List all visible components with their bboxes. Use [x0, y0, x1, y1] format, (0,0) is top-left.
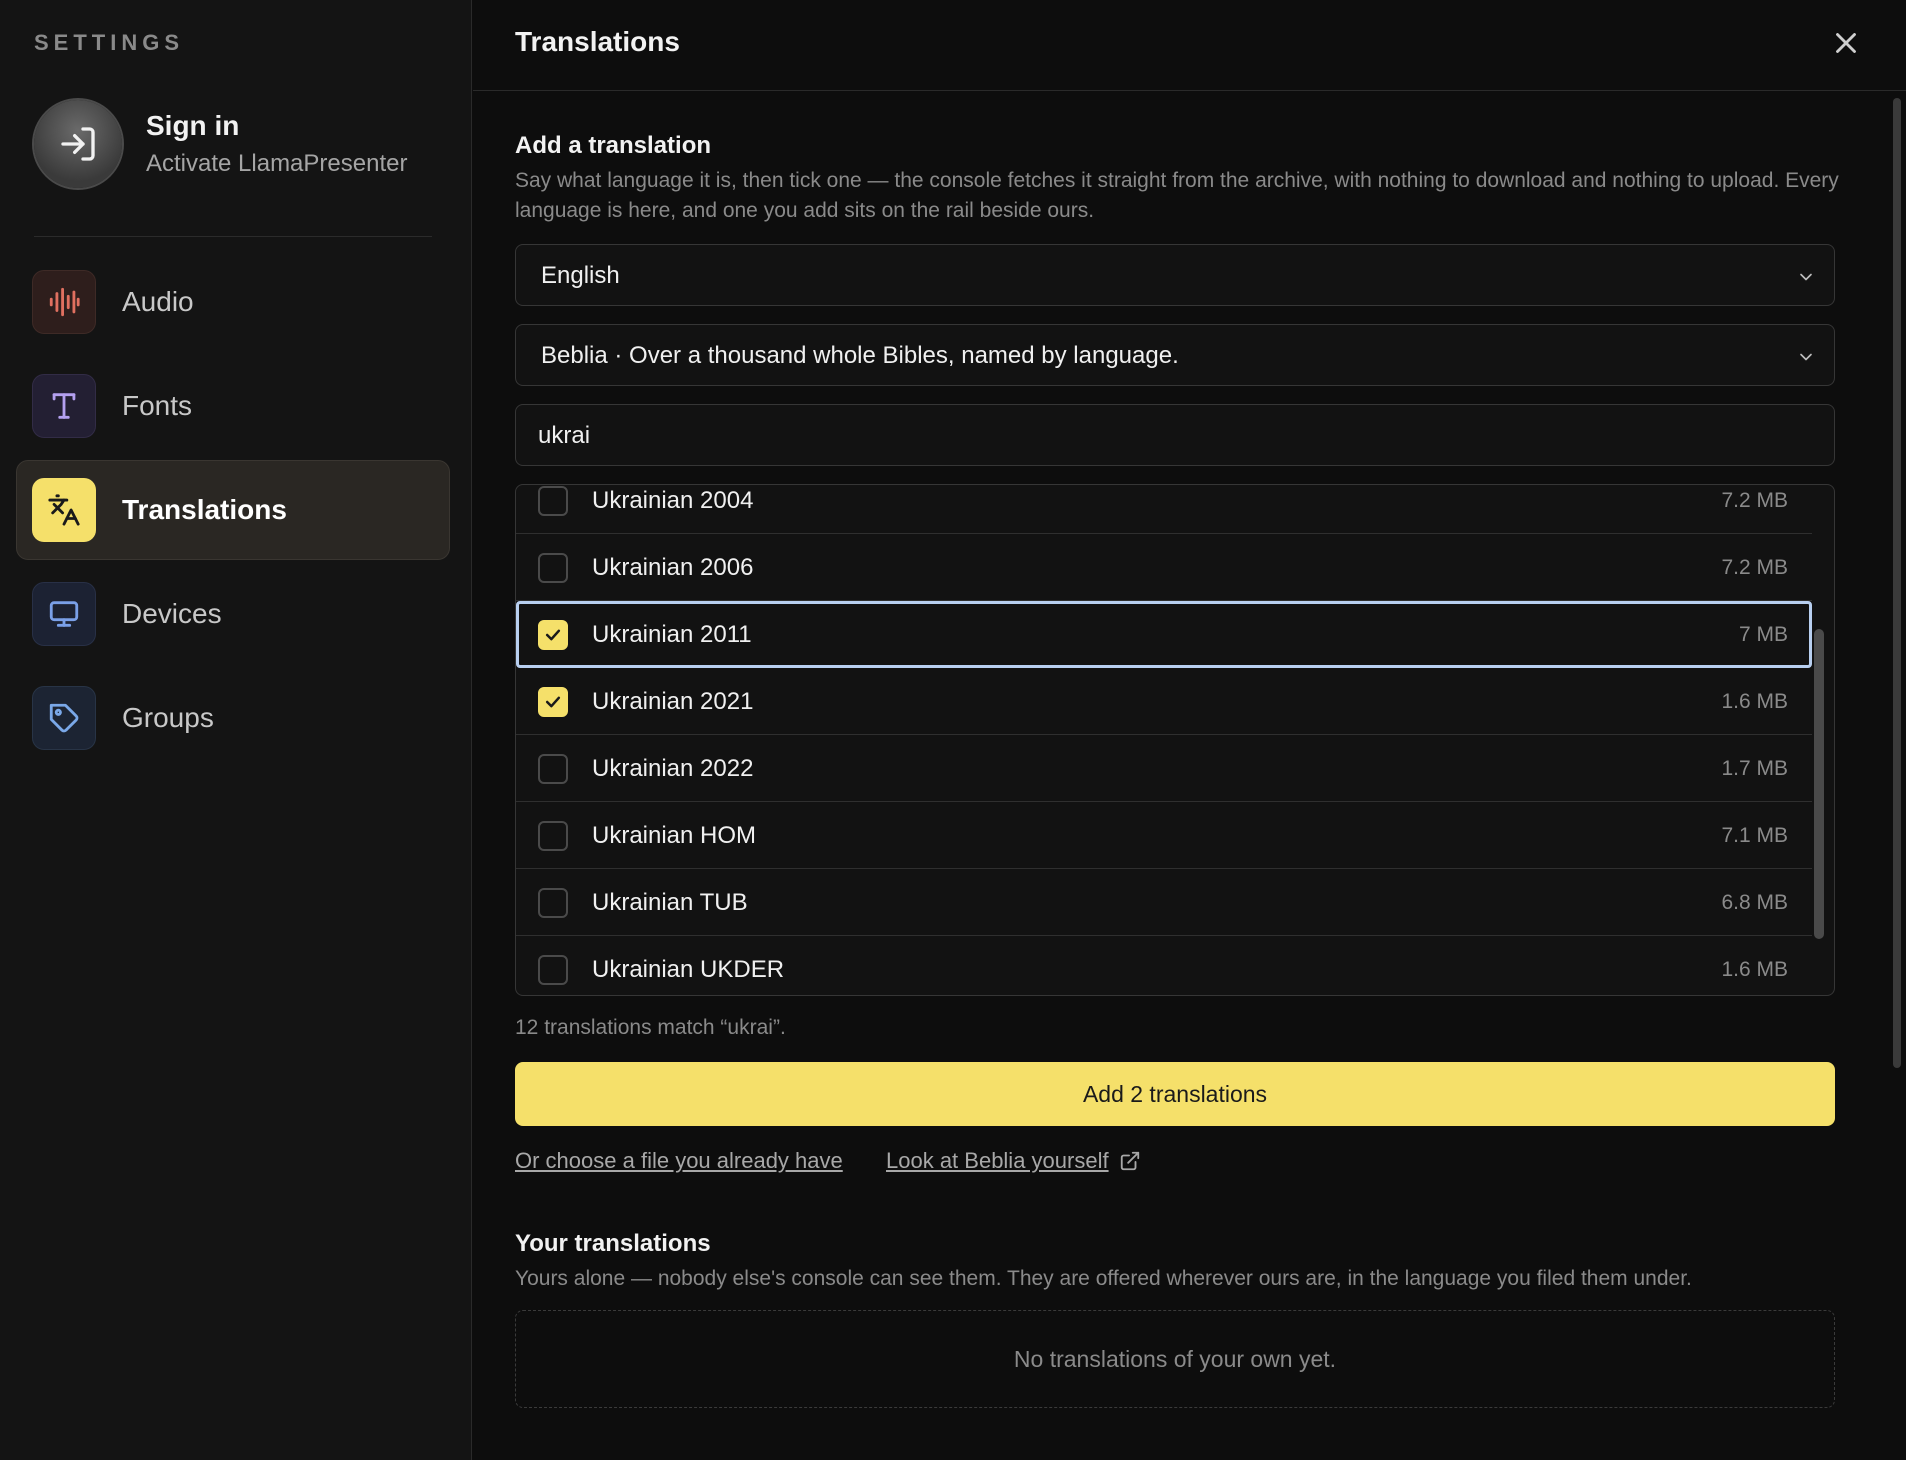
translation-name: Ukrainian 2011: [592, 621, 752, 648]
languages-icon: [32, 478, 96, 542]
sidebar-item-label: Fonts: [122, 390, 193, 421]
your-translations-title: Your translations: [515, 1230, 711, 1257]
check-icon: [545, 629, 561, 641]
sign-in-subtitle: Activate LlamaPresenter: [146, 150, 408, 177]
panel-scrollbar[interactable]: [1893, 98, 1901, 1068]
translation-row[interactable]: Ukrainian TUB 6.8 MB: [516, 869, 1812, 936]
sidebar-item-translations[interactable]: Translations: [16, 460, 450, 560]
translations-panel: Translations Add a translation Say what …: [473, 0, 1906, 1460]
close-icon: [1836, 33, 1856, 53]
sidebar-divider: [34, 236, 432, 237]
sign-in-button[interactable]: Sign in Activate LlamaPresenter: [34, 100, 454, 190]
check-icon: [545, 696, 561, 708]
tag-icon: [32, 686, 96, 750]
checkbox[interactable]: [538, 821, 568, 851]
add-translation-title: Add a translation: [515, 132, 712, 159]
translation-name: Ukrainian TUB: [592, 889, 748, 916]
sidebar-item-devices[interactable]: Devices: [16, 564, 450, 664]
type-icon: [32, 374, 96, 438]
translation-size: 6.8 MB: [1721, 891, 1788, 914]
chevron-down-icon: [1800, 353, 1812, 361]
sign-in-icon: [34, 100, 122, 188]
settings-sidebar: SETTINGS Sign in Activate LlamaPresenter…: [0, 0, 472, 1460]
translation-name: Ukrainian 2021: [592, 688, 754, 715]
sidebar-item-label: Audio: [122, 286, 194, 317]
translation-row[interactable]: Ukrainian UKDER 1.6 MB: [516, 936, 1812, 995]
sidebar-item-label: Devices: [122, 598, 222, 629]
search-field[interactable]: [515, 404, 1835, 466]
empty-translations-text: No translations of your own yet.: [1013, 1345, 1337, 1372]
beblia-link[interactable]: Look at Beblia yourself: [886, 1148, 1141, 1174]
audio-waveform-icon: [32, 270, 96, 334]
results-scrollbar[interactable]: [1814, 629, 1824, 939]
translation-size: 7.1 MB: [1721, 824, 1788, 847]
sidebar-item-audio[interactable]: Audio: [16, 252, 450, 352]
translation-size: 1.7 MB: [1721, 757, 1788, 780]
translation-name: Ukrainian HOM: [592, 822, 757, 849]
translation-row[interactable]: Ukrainian 2004 7.2 MB: [516, 485, 1812, 534]
settings-heading: SETTINGS: [34, 30, 185, 55]
translation-name: Ukrainian 2004: [592, 487, 754, 514]
checkbox[interactable]: [538, 888, 568, 918]
add-translations-label: Add 2 translations: [1082, 1080, 1268, 1107]
translation-size: 1.6 MB: [1721, 958, 1788, 981]
external-link-icon: [1120, 1151, 1139, 1171]
sign-in-title: Sign in: [146, 110, 240, 141]
translation-name: Ukrainian 2006: [592, 554, 754, 581]
empty-translations-box: No translations of your own yet.: [515, 1310, 1835, 1408]
translation-name: Ukrainian 2022: [592, 755, 754, 782]
search-input[interactable]: [536, 419, 1800, 453]
results-rows: Ukrainian 2004 7.2 MB Ukrainian 2006 7.2 MB…: [516, 485, 1812, 995]
add-translation-description: Say what language it is, then tick one —…: [515, 169, 1839, 222]
sidebar-item-label: Groups: [122, 702, 214, 733]
your-translations-description: Yours alone — nobody else's console can …: [515, 1267, 1692, 1290]
sidebar-item-groups[interactable]: Groups: [16, 668, 450, 768]
translation-row[interactable]: Ukrainian 2021 1.6 MB: [516, 668, 1812, 735]
checkbox[interactable]: [538, 486, 568, 516]
beblia-link-label: Look at Beblia yourself: [886, 1148, 1109, 1173]
language-select-value: English: [541, 262, 620, 289]
language-select[interactable]: English: [515, 244, 1835, 306]
page-title: Translations: [515, 26, 680, 57]
checkbox[interactable]: [538, 955, 568, 985]
monitor-icon: [32, 582, 96, 646]
match-count: 12 translations match “ukrai”.: [515, 1016, 786, 1039]
translation-name: Ukrainian UKDER: [592, 956, 785, 983]
translation-row[interactable]: Ukrainian 2011 7 MB: [516, 601, 1812, 668]
checkbox[interactable]: [538, 553, 568, 583]
sidebar-item-fonts[interactable]: Fonts: [16, 356, 450, 456]
checkbox-checked[interactable]: [538, 620, 568, 650]
checkbox[interactable]: [538, 754, 568, 784]
translation-row[interactable]: Ukrainian HOM 7.1 MB: [516, 802, 1812, 869]
translation-row[interactable]: Ukrainian 2006 7.2 MB: [516, 534, 1812, 601]
translation-size: 1.6 MB: [1721, 690, 1788, 713]
checkbox-checked[interactable]: [538, 687, 568, 717]
choose-file-link[interactable]: Or choose a file you already have: [515, 1148, 843, 1174]
translation-size: 7.2 MB: [1721, 556, 1788, 579]
source-select-value: Beblia · Over a thousand whole Bibles, n…: [541, 342, 1179, 369]
sidebar-item-label: Translations: [122, 494, 287, 525]
chevron-down-icon: [1800, 273, 1812, 281]
translation-size: 7 MB: [1738, 623, 1788, 646]
translation-size: 7.2 MB: [1721, 489, 1788, 512]
add-translations-button[interactable]: Add 2 translations: [515, 1062, 1835, 1126]
close-button[interactable]: [1829, 26, 1863, 60]
panel-header: Translations: [473, 0, 1906, 91]
translation-row[interactable]: Ukrainian 2022 1.7 MB: [516, 735, 1812, 802]
translation-results-list[interactable]: Ukrainian 2004 7.2 MB Ukrainian 2006 7.2 MB…: [515, 484, 1835, 996]
source-select[interactable]: Beblia · Over a thousand whole Bibles, n…: [515, 324, 1835, 386]
